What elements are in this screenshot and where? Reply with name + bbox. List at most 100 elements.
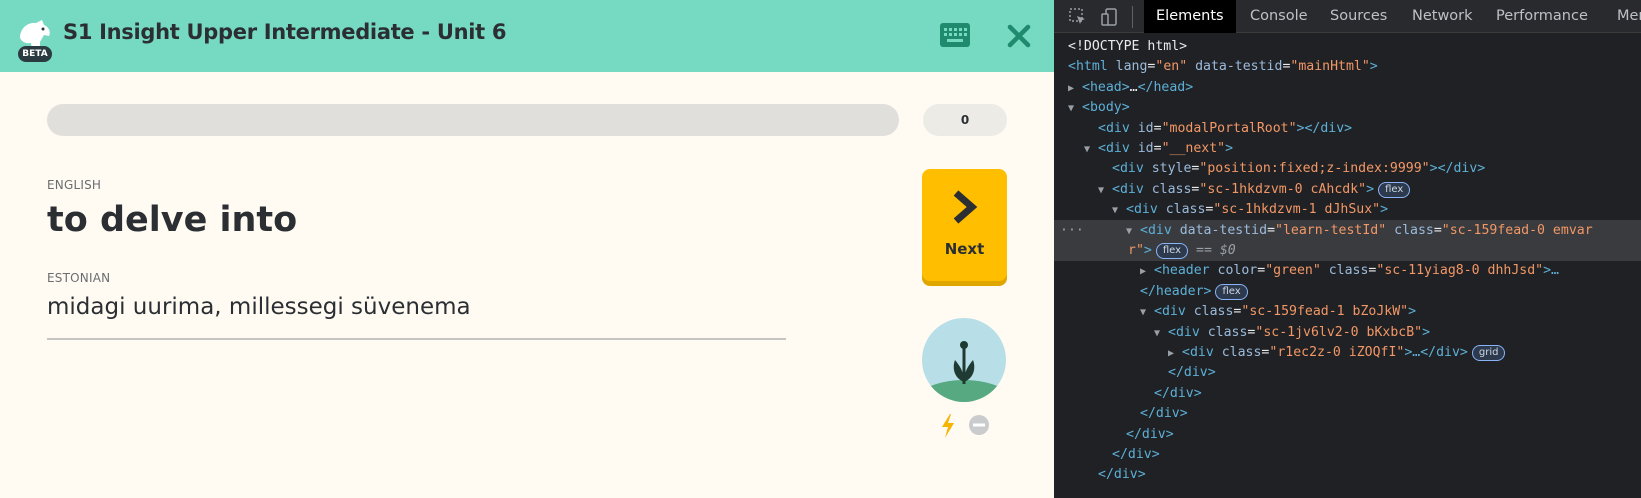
layout-badge: flex	[1215, 283, 1248, 300]
attr-value: "sc-159fead-0 emvar	[1441, 222, 1593, 238]
attr-value: r"	[1128, 243, 1144, 258]
tag-name: <div	[1112, 181, 1144, 197]
layout-badge: grid	[1471, 345, 1506, 361]
doctype-text: <!DOCTYPE html>	[1068, 39, 1188, 54]
attr-name: class	[1165, 202, 1206, 218]
devtools-toolbar: Elements Console Sources Network Perform…	[1054, 0, 1641, 33]
answer-text: midagi uurima, millessegi süvenema	[47, 294, 471, 320]
attr-value: "sc-159fead-1 bZoJkW"	[1241, 304, 1409, 320]
attr-name: class	[1151, 181, 1192, 197]
prompt-word: to delve into	[47, 200, 298, 240]
inspect-element-icon[interactable]	[1068, 7, 1088, 27]
tag-tail: >	[1143, 243, 1152, 258]
collapse-triangle-icon[interactable]: ▼	[1140, 302, 1154, 323]
learn-app: BETA S1 Insight Upper Intermediate - Uni…	[0, 0, 1054, 498]
dom-node-line[interactable]: ▼ <div class="sc-1hkdzvm-0 cAhcdk"> flex	[1054, 179, 1641, 200]
collapse-triangle-icon[interactable]: ▼	[1154, 323, 1168, 344]
attr-name: id	[1137, 120, 1154, 136]
tag-tail: >…	[1543, 263, 1559, 279]
device-toolbar-icon[interactable]	[1100, 7, 1120, 27]
dom-node-line[interactable]: ▼ <div class="sc-1jv6lv2-0 bKxbcB">	[1054, 322, 1641, 343]
tag-name: <header	[1154, 263, 1210, 279]
minus-circle-icon[interactable]	[968, 414, 990, 436]
attr-value: "en"	[1155, 59, 1188, 75]
layout-badge: flex	[1155, 243, 1189, 259]
tag-tail: >	[1408, 304, 1417, 320]
tag-name: <div	[1098, 120, 1130, 136]
dom-node-line[interactable]: r"> flex == $0	[1054, 240, 1641, 261]
tag-name: <head>	[1082, 79, 1130, 95]
attr-value: "position:fixed;z-index:9999"	[1199, 161, 1430, 177]
dom-node-line[interactable]: </div>	[1054, 362, 1641, 383]
dom-node-line[interactable]: <html lang="en" data-testid="mainHtml">	[1054, 56, 1641, 77]
tag-close: </div>	[1140, 406, 1188, 422]
dom-node-line[interactable]: ▼ <div class="sc-159fead-1 bZoJkW">	[1054, 301, 1641, 322]
expand-triangle-icon[interactable]: ▶	[1068, 78, 1082, 99]
equals: =	[1153, 141, 1162, 156]
tag-tail: >	[1225, 141, 1234, 156]
tag-close: </div>	[1098, 467, 1146, 483]
attr-value: "sc-1hkdzvm-0 cAhcdk"	[1199, 181, 1367, 197]
devtools-panel: Elements Console Sources Network Perform…	[1054, 0, 1641, 498]
attr-value: "sc-1hkdzvm-1 dJhSux"	[1213, 202, 1381, 218]
expand-triangle-icon[interactable]: ▶	[1168, 343, 1182, 364]
dom-node-line[interactable]: ▶ <div class="r1ec2z-0 iZOQfI">…</div> gri…	[1054, 342, 1641, 363]
tag-close: </div>	[1154, 385, 1202, 401]
dom-node-line[interactable]: ▶ <header color="green" class="sc-11yiag8…	[1054, 260, 1641, 281]
tag-tail: >…</div>	[1404, 345, 1468, 360]
attr-name: class	[1221, 345, 1262, 360]
dom-node-line[interactable]: <div id="modalPortalRoot"></div>	[1054, 118, 1641, 139]
tab-network[interactable]: Network	[1400, 0, 1485, 33]
keyboard-icon[interactable]	[939, 22, 971, 48]
dom-node-line[interactable]: ▶ <head>…</head>	[1054, 77, 1641, 98]
attr-name: id	[1137, 141, 1154, 156]
collapse-triangle-icon[interactable]: ▼	[1098, 180, 1112, 201]
collapse-triangle-icon[interactable]: ▼	[1084, 139, 1098, 160]
dom-node-line[interactable]: ▼ <div id="__next">	[1054, 138, 1641, 159]
tag-tail: >	[1422, 324, 1431, 340]
expand-triangle-icon[interactable]: ▶	[1140, 261, 1154, 282]
dom-node-line[interactable]: ▼ <div data-testid="learn-testId" class="…	[1054, 219, 1641, 242]
tag-tail: >	[1366, 181, 1375, 197]
dom-node-line[interactable]: ▼ <div class="sc-1hkdzvm-1 dJhSux">	[1054, 199, 1641, 220]
collapse-triangle-icon[interactable]: ▼	[1068, 98, 1082, 119]
answer-divider	[47, 338, 786, 340]
attr-name: class	[1207, 324, 1248, 340]
tag-name: <div	[1168, 324, 1200, 340]
tab-performance[interactable]: Performance	[1484, 0, 1600, 33]
dom-node-line[interactable]: </div>	[1054, 464, 1641, 485]
collapse-triangle-icon[interactable]: ▼	[1112, 200, 1126, 221]
tab-memory[interactable]: Mem	[1605, 0, 1641, 33]
dom-node-line[interactable]: </div>	[1054, 403, 1641, 424]
tag-name: <body>	[1082, 100, 1130, 116]
tab-console[interactable]: Console	[1238, 0, 1320, 33]
tab-sources[interactable]: Sources	[1318, 0, 1399, 33]
dom-node-line[interactable]: </header> flex	[1054, 281, 1641, 302]
tag-close: </head>	[1137, 79, 1194, 95]
collapse-triangle-icon[interactable]: ▼	[1126, 221, 1140, 242]
dom-node-line[interactable]: ▼ <body>	[1054, 97, 1641, 118]
attr-name: class	[1193, 304, 1234, 320]
dom-node-line[interactable]: <!DOCTYPE html>	[1054, 36, 1641, 57]
dom-node-line[interactable]: </div>	[1054, 383, 1641, 404]
tab-elements[interactable]: Elements	[1144, 0, 1236, 33]
dom-node-line[interactable]: <div style="position:fixed;z-index:9999"…	[1054, 158, 1641, 179]
plant-sprout-icon	[922, 318, 1006, 402]
dom-node-line[interactable]: </div>	[1054, 424, 1641, 445]
tag-close: </div>	[1112, 447, 1160, 462]
attr-value: "__next"	[1161, 141, 1226, 156]
dom-node-line[interactable]: </div>	[1054, 444, 1641, 465]
layout-badge: flex	[1378, 181, 1411, 198]
attr-value: "r1ec2z-0 iZOQfI"	[1269, 345, 1405, 360]
tag-name: <html	[1068, 59, 1108, 75]
next-button[interactable]: Next	[922, 169, 1007, 281]
close-icon[interactable]	[1005, 22, 1033, 50]
more-options-icon[interactable]: ···	[1060, 220, 1084, 241]
